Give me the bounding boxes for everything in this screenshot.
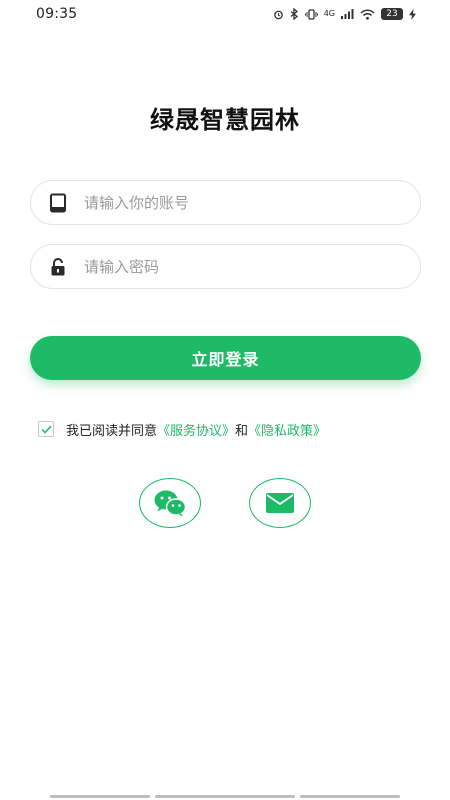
nav-gesture-bar-left: [50, 795, 150, 798]
wechat-icon: [154, 490, 187, 517]
battery-indicator: 23: [381, 8, 403, 20]
wechat-login-button[interactable]: [139, 478, 201, 528]
alarm-icon: [273, 9, 284, 20]
status-bar: 09:35 4G 23: [0, 0, 450, 28]
network-type: 4G: [323, 9, 335, 18]
agreement-row: 我已阅读并同意 《服务协议》 和 《隐私政策》: [38, 420, 326, 439]
charging-icon: [409, 8, 416, 20]
check-icon: [40, 425, 52, 434]
account-input[interactable]: [84, 182, 420, 223]
tablet-icon: [48, 193, 68, 213]
service-agreement-link[interactable]: 《服务协议》: [157, 420, 235, 439]
password-input[interactable]: [84, 246, 420, 287]
privacy-policy-link[interactable]: 《隐私政策》: [248, 420, 326, 439]
login-screen: 09:35 4G 23 绿晟智慧园林 请输入你的账号 立即登录 我已阅读并同意 …: [0, 0, 450, 800]
lock-icon: [48, 257, 68, 277]
nav-gesture-bar-center: [155, 795, 295, 798]
bluetooth-icon: [290, 8, 299, 20]
nav-gesture-bar-right: [300, 795, 400, 798]
password-field[interactable]: [30, 244, 421, 289]
agreement-prefix: 我已阅读并同意: [66, 423, 158, 439]
status-icons: 4G 23: [273, 8, 416, 20]
login-button[interactable]: 立即登录: [30, 336, 421, 380]
email-icon: [266, 493, 294, 513]
agree-checkbox[interactable]: [38, 421, 54, 437]
agreement-connector: 和: [235, 423, 249, 439]
wifi-icon: [360, 8, 375, 20]
vibrate-icon: [304, 8, 318, 20]
email-login-button[interactable]: [249, 478, 311, 528]
status-time: 09:35: [36, 6, 78, 22]
app-title: 绿晟智慧园林: [150, 106, 300, 134]
account-field[interactable]: [30, 180, 421, 225]
signal-icon: [341, 9, 354, 19]
